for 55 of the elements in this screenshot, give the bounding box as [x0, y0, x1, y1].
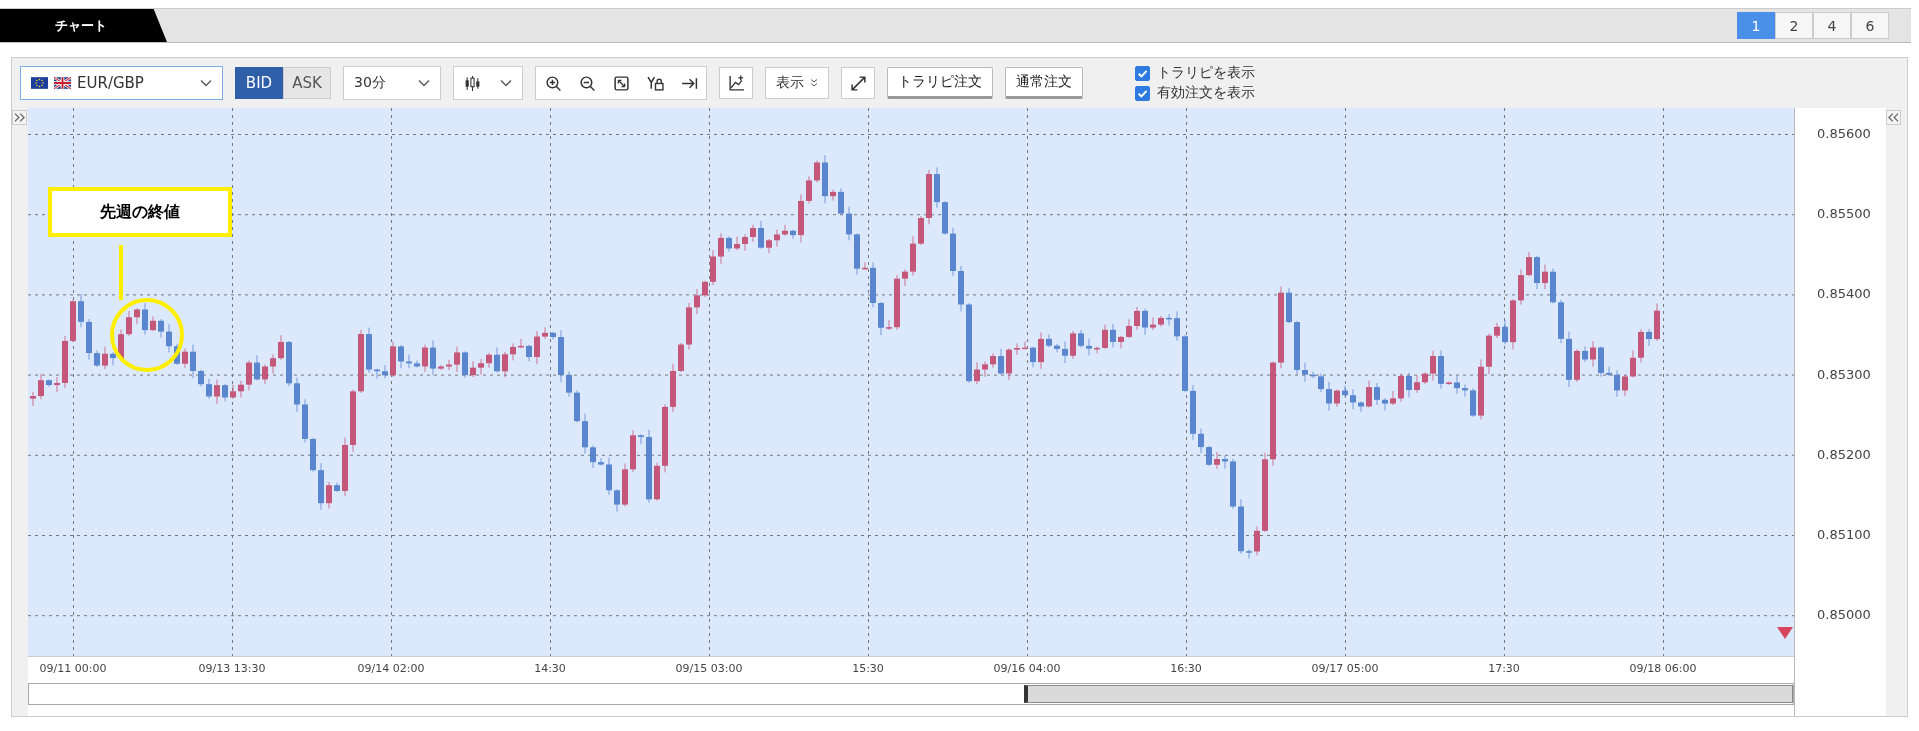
collapse-right-icon[interactable]: [1886, 110, 1901, 125]
layout-button[interactable]: 6: [1851, 12, 1889, 39]
option-label: トラリピを表示: [1157, 64, 1255, 82]
caret-icon: [500, 79, 512, 87]
price-axis-label: 0.85200: [1817, 446, 1871, 462]
order-button[interactable]: トラリピ注文: [887, 67, 993, 99]
price-axis-label: 0.85100: [1817, 527, 1871, 542]
expand-left-icon[interactable]: [12, 110, 27, 125]
checkbox[interactable]: [1135, 85, 1150, 101]
time-axis-label: 16:30: [1170, 662, 1202, 675]
caret-icon: [418, 79, 430, 87]
display-menu-button[interactable]: 表示: [765, 67, 829, 99]
y-lock-icon: [646, 74, 664, 92]
zoom-out-icon: [578, 74, 596, 92]
time-axis-label: 09/17 05:00: [1311, 662, 1379, 675]
zoom-in-icon: [544, 74, 562, 92]
time-axis-label: 17:30: [1488, 662, 1520, 675]
flag-icon: [54, 77, 71, 89]
double-chevron-icon: [810, 78, 818, 88]
leader-line: [119, 245, 123, 300]
price-axis-label: 0.85300: [1817, 366, 1871, 382]
fit-icon: [612, 74, 630, 92]
time-axis-label: 09/15 03:00: [675, 662, 743, 675]
time-axis-label: 09/11 00:00: [39, 662, 107, 675]
layout-button[interactable]: 2: [1775, 12, 1813, 39]
checkbox[interactable]: [1135, 65, 1150, 81]
annotation-label: 先週の終値: [48, 187, 232, 237]
scrollbar-thumb[interactable]: [1024, 685, 1793, 703]
candlestick-icon: [464, 74, 481, 92]
time-axis-label: 09/16 04:00: [993, 662, 1061, 675]
add-indicator-button[interactable]: [719, 67, 753, 99]
time-axis-label: 09/13 13:30: [198, 662, 266, 675]
line-chart-plus-icon: [727, 74, 745, 92]
price-axis-label: 0.85500: [1817, 206, 1871, 222]
triangle-marker-icon: [1777, 627, 1793, 639]
symbol-select[interactable]: EUR/GBP: [20, 66, 223, 100]
time-axis-label: 14:30: [534, 662, 566, 675]
caret-icon: [200, 79, 212, 87]
order-button[interactable]: 通常注文: [1005, 67, 1083, 99]
time-axis-label: 15:30: [852, 662, 884, 675]
price-axis-label: 0.85000: [1817, 607, 1871, 623]
flag-icon: [31, 77, 48, 89]
price-type-toggle[interactable]: BID: [235, 67, 283, 99]
interval-select[interactable]: 30分: [343, 66, 441, 100]
expand-button[interactable]: [841, 67, 875, 99]
price-axis-label: 0.85600: [1817, 126, 1871, 141]
time-axis-label: 09/14 02:00: [357, 662, 425, 675]
chart-tab[interactable]: チャート: [0, 9, 167, 42]
price-axis-label: 0.85400: [1817, 286, 1871, 302]
option-label: 有効注文を表示: [1157, 84, 1255, 102]
layout-button[interactable]: 4: [1813, 12, 1851, 39]
chart-type-select[interactable]: [453, 66, 523, 100]
expand-icon: [849, 74, 867, 92]
price-type-toggle[interactable]: ASK: [283, 67, 331, 99]
time-axis-label: 09/18 06:00: [1629, 662, 1697, 675]
